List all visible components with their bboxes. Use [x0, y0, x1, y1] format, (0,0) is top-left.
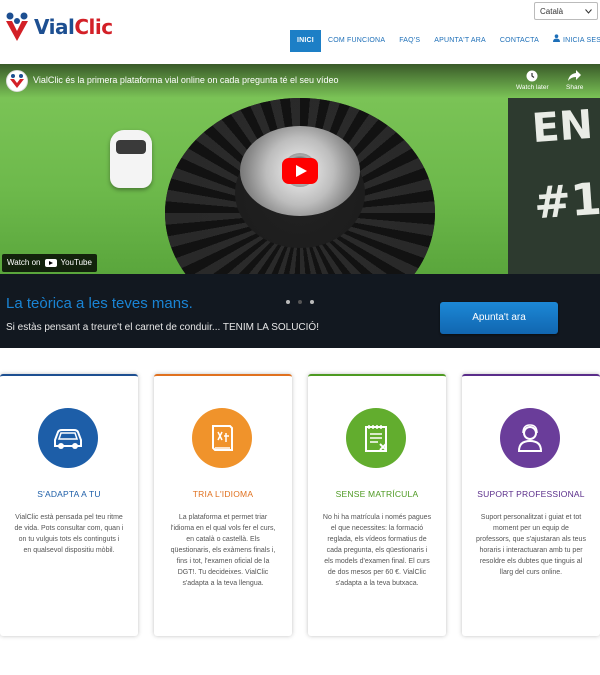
login-label: INICIA SESSIÓ: [562, 37, 600, 44]
nav-item-contacta[interactable]: CONTACTA: [493, 30, 546, 52]
watch-later-button[interactable]: Watch later: [516, 70, 549, 91]
channel-avatar[interactable]: [6, 70, 28, 92]
toy-car-image: [104, 122, 160, 194]
youtube-logo-icon: [44, 259, 57, 267]
logo-text-part1: Vial: [34, 15, 75, 39]
support-person-icon: [500, 408, 560, 468]
nav-item-com-funciona[interactable]: COM FUNCIONA: [321, 30, 392, 52]
clock-icon: [516, 70, 549, 84]
share-label: Share: [566, 84, 584, 91]
feature-title: TRIA L'IDIOMA: [192, 489, 254, 499]
site-header: VialClic Català INICI COM FUNCIONA FAQ'S…: [0, 0, 600, 62]
apuntat-ara-button[interactable]: Apunta't ara: [440, 302, 558, 334]
feature-title: SUPORT PROFESSIONAL: [477, 489, 585, 499]
feature-card-suport: SUPORT PROFESSIONAL Suport personalitzat…: [462, 374, 600, 636]
language-select-value: Català: [540, 6, 564, 16]
watch-later-label: Watch later: [516, 84, 549, 91]
site-logo[interactable]: VialClic: [4, 10, 113, 44]
document-cancel-icon: [346, 408, 406, 468]
car-icon: [38, 408, 98, 468]
board-text-line2: #1: [532, 173, 600, 230]
banner-title: La teòrica a les teves mans.: [6, 295, 193, 312]
watch-on-youtube-link[interactable]: Watch on YouTube: [2, 254, 97, 272]
chevron-down-icon: [585, 7, 592, 16]
youtube-brand-label: YouTube: [60, 258, 92, 267]
play-button[interactable]: [282, 158, 318, 184]
logo-text-part2: Clic: [74, 15, 113, 39]
banner-subtitle: Si estàs pensant a treure't el carnet de…: [6, 322, 319, 333]
slider-dots: [286, 300, 314, 304]
board-text-line1: EN: [530, 101, 595, 153]
book-translate-icon: [192, 408, 252, 468]
slider-dot[interactable]: [286, 300, 290, 304]
nav-item-inici[interactable]: INICI: [290, 30, 321, 52]
nav-item-login[interactable]: INICIA SESSIÓ: [546, 30, 600, 52]
feature-text: VialClic està pensada pel teu ritme de v…: [14, 514, 124, 554]
feature-card-adapta: S'ADAPTA A TU VialClic està pensada pel …: [0, 374, 138, 636]
slider-dot[interactable]: [310, 300, 314, 304]
video-title[interactable]: VialClic és la primera plataforma vial o…: [33, 75, 339, 85]
slider-dot-active[interactable]: [298, 300, 302, 304]
logo-text: VialClic: [34, 15, 113, 39]
video-player[interactable]: EN #1 VialClic és la primera plataforma …: [0, 64, 600, 274]
feature-text: La plataforma et permet triar l'idioma e…: [170, 514, 276, 587]
main-nav: INICI COM FUNCIONA FAQ'S APUNTA'T ARA CO…: [290, 30, 600, 52]
share-icon: [566, 70, 583, 84]
watch-on-label: Watch on: [7, 258, 41, 267]
feature-text: No hi ha matrícula i només pagues el que…: [322, 514, 432, 587]
feature-title: S'ADAPTA A TU: [37, 489, 101, 499]
language-select[interactable]: Català: [534, 2, 598, 20]
page-footer-area: [0, 652, 600, 675]
features-section: S'ADAPTA A TU VialClic està pensada pel …: [0, 374, 600, 636]
feature-text: Suport personalitzat i guiat et tot mome…: [476, 514, 586, 576]
nav-item-faqs[interactable]: FAQ'S: [392, 30, 427, 52]
feature-card-matricula: SENSE MATRÍCULA No hi ha matrícula i nom…: [308, 374, 446, 636]
nav-item-apuntat-ara[interactable]: APUNTA'T ARA: [427, 30, 493, 52]
feature-title: SENSE MATRÍCULA: [335, 489, 419, 499]
tire-image: [165, 98, 435, 274]
feature-card-idioma: TRIA L'IDIOMA La plataforma et permet tr…: [154, 374, 292, 636]
logo-mark-icon: [4, 10, 30, 44]
user-icon: [552, 30, 560, 52]
share-button[interactable]: Share: [566, 70, 583, 91]
chalkboard-image: EN #1: [508, 98, 600, 274]
hero-banner: La teòrica a les teves mans. Si estàs pe…: [0, 274, 600, 348]
